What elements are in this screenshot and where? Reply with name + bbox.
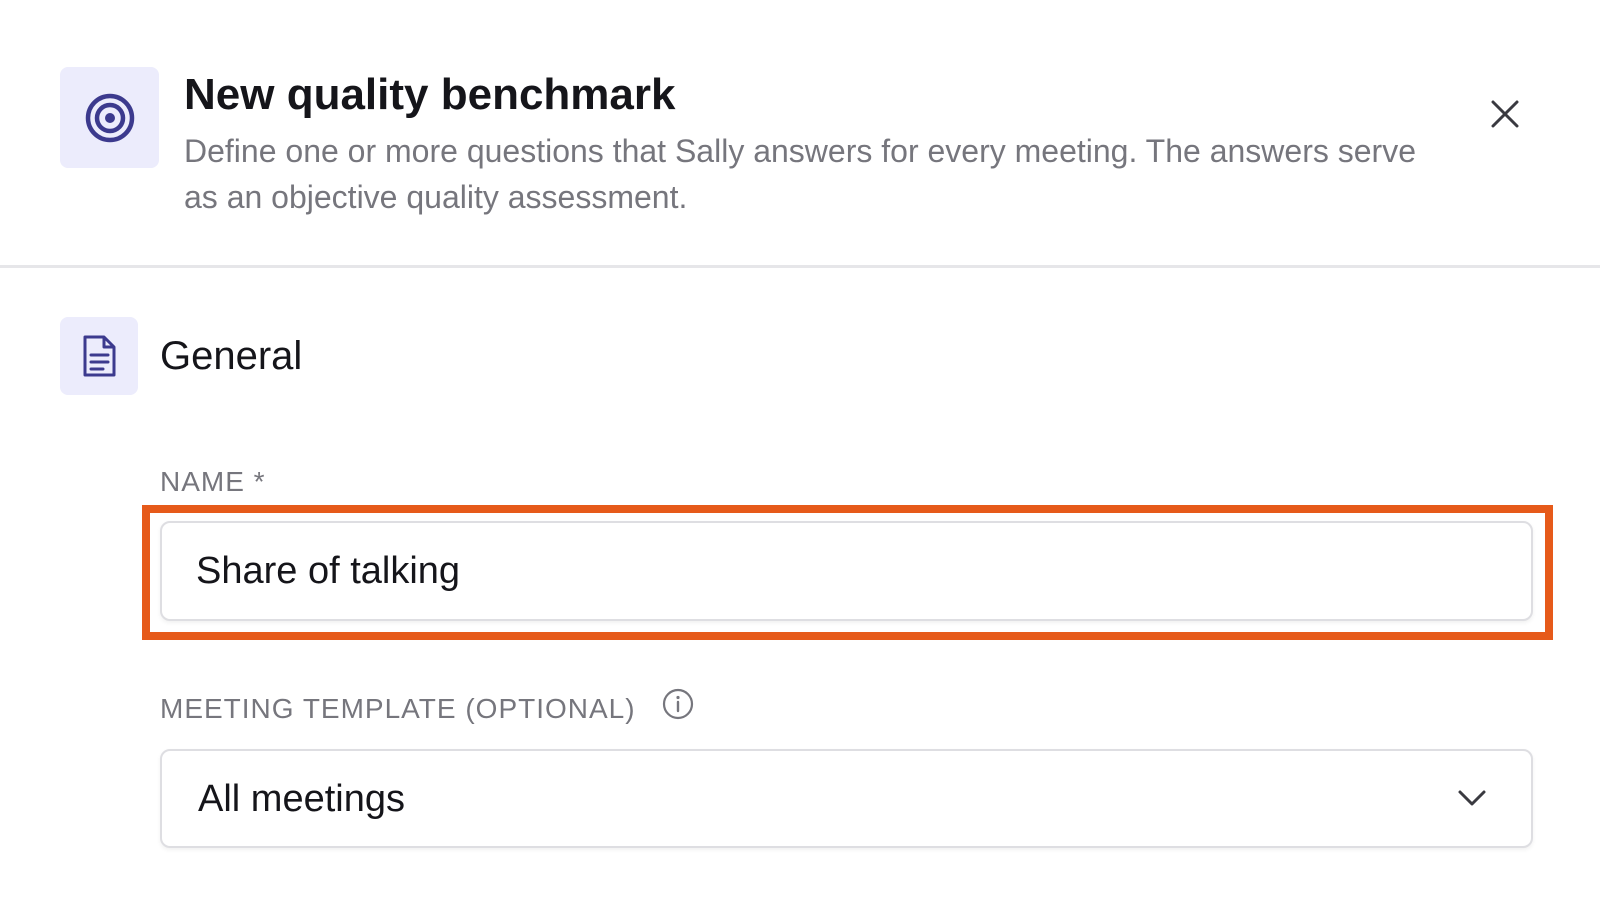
header-icon-container <box>60 67 159 168</box>
meeting-template-selected-value: All meetings <box>198 778 405 820</box>
document-icon <box>83 335 116 377</box>
section-title: General <box>160 334 303 378</box>
close-button[interactable] <box>1485 94 1525 134</box>
target-icon <box>85 93 134 142</box>
info-icon[interactable] <box>662 688 694 720</box>
dialog-title: New quality benchmark <box>184 70 676 119</box>
name-field-label: NAME * <box>160 466 266 497</box>
name-input[interactable] <box>160 521 1533 621</box>
dialog-description: Define one or more questions that Sally … <box>184 133 1416 215</box>
chevron-down-icon <box>1458 790 1486 806</box>
quality-benchmark-dialog: New quality benchmark Define one or more… <box>0 0 1600 900</box>
meeting-template-select[interactable]: All meetings <box>160 749 1533 848</box>
meeting-template-label: MEETING TEMPLATE (OPTIONAL) <box>160 693 636 724</box>
dialog-header: New quality benchmark Define one or more… <box>0 0 1600 268</box>
section-icon-container <box>60 317 138 395</box>
close-icon <box>1491 100 1519 128</box>
